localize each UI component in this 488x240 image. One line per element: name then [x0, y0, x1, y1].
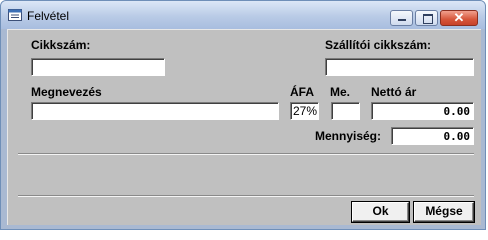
szallitoi-cikkszam-label: Szállítói cikkszám: — [325, 38, 432, 52]
afa-label: ÁFA — [290, 85, 314, 99]
close-button[interactable]: ✕ — [440, 10, 478, 26]
me-field[interactable] — [331, 102, 360, 120]
form-panel: Cikkszám: Szállítói cikkszám: Megnevezés… — [7, 29, 481, 225]
afa-field[interactable]: 27% — [290, 102, 319, 120]
minimize-button[interactable] — [390, 10, 413, 26]
ok-button[interactable]: Ok — [352, 202, 409, 222]
maximize-button[interactable] — [415, 10, 438, 26]
cikkszam-label: Cikkszám: — [31, 38, 91, 52]
mennyiseg-field[interactable]: 0.00 — [391, 127, 474, 145]
close-icon: ✕ — [453, 10, 465, 25]
netto-ar-label: Nettó ár — [371, 85, 417, 99]
form-window-icon — [8, 9, 22, 21]
cancel-button[interactable]: Mégse — [414, 202, 474, 222]
window-title: Felvétel — [27, 9, 70, 23]
maximize-icon — [423, 14, 433, 24]
separator-bottom — [18, 195, 474, 197]
title-bar[interactable]: Felvétel ✕ — [1, 1, 485, 29]
separator-top — [18, 153, 474, 155]
cikkszam-field[interactable] — [31, 58, 165, 76]
netto-ar-field[interactable]: 0.00 — [371, 102, 474, 120]
me-label: Me. — [330, 85, 351, 99]
szallitoi-cikkszam-field[interactable] — [325, 58, 474, 76]
dialog-window: Felvétel ✕ Cikkszám: Szállítói cikkszám:… — [0, 0, 486, 230]
minimize-icon — [398, 19, 406, 21]
mennyiseg-label: Mennyiség: — [315, 129, 382, 143]
megnevezes-field[interactable] — [31, 102, 279, 120]
megnevezes-label: Megnevezés — [31, 85, 102, 99]
